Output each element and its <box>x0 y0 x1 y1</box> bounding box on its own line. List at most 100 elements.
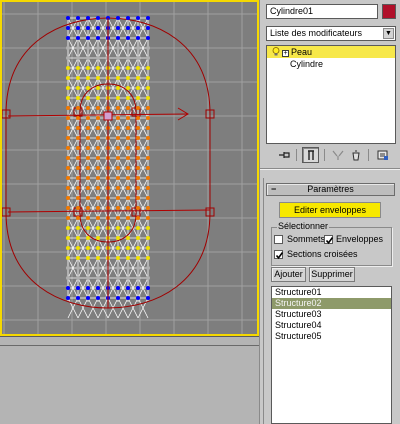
mesh-vertex <box>126 266 130 270</box>
perspective-viewport[interactable] <box>0 0 259 336</box>
parameters-rollout-header[interactable]: − Paramètres <box>266 183 395 196</box>
mesh-vertex <box>96 146 100 150</box>
mesh-vertex <box>116 86 120 90</box>
mesh-vertex <box>96 246 100 250</box>
remove-modifier-icon[interactable] <box>347 147 364 163</box>
list-item-structure04[interactable]: Structure04 <box>272 320 391 331</box>
mesh-vertex <box>66 66 70 70</box>
mesh-vertex <box>76 186 80 190</box>
mesh-vertex <box>86 276 90 280</box>
mesh-vertex <box>126 286 130 290</box>
mesh-vertex <box>86 286 90 290</box>
cross-sections-label: Sections croisées <box>287 249 358 259</box>
vertices-checkbox[interactable] <box>274 235 283 244</box>
chevron-down-icon[interactable]: ▼ <box>383 28 394 39</box>
edit-envelopes-button[interactable]: Editer enveloppes <box>279 202 381 218</box>
mesh-vertex <box>116 276 120 280</box>
checkmark-icon <box>325 237 334 245</box>
select-group-label: Sélectionner <box>277 221 330 232</box>
mesh-vertex <box>76 96 80 100</box>
mesh-vertex <box>66 256 70 260</box>
list-item-structure01[interactable]: Structure01 <box>272 287 391 298</box>
lightbulb-icon[interactable] <box>272 47 280 56</box>
remove-bone-button[interactable]: Supprimer <box>309 267 355 282</box>
mesh-vertex <box>116 256 120 260</box>
mesh-vertex <box>146 16 150 20</box>
mesh-vertex <box>136 126 140 130</box>
mesh-vertex <box>116 16 120 20</box>
mesh-vertex <box>86 246 90 250</box>
object-name-field[interactable]: Cylindre01 <box>266 4 378 19</box>
mesh-vertex <box>96 126 100 130</box>
stack-item-label: Peau <box>291 47 313 57</box>
mesh-vertex <box>66 276 70 280</box>
mesh-vertex <box>116 266 120 270</box>
mesh-vertex <box>76 266 80 270</box>
mesh-vertex <box>136 226 140 230</box>
mesh-vertex <box>126 226 130 230</box>
mesh-vertex <box>86 96 90 100</box>
mesh-vertex <box>76 206 80 210</box>
stack-item-cylindre[interactable]: Cylindre <box>267 58 395 70</box>
bone-list[interactable]: Structure01 Structure02 Structure03 Stru… <box>271 286 392 424</box>
mesh-vertex <box>126 96 130 100</box>
modifier-list-dropdown[interactable]: Liste des modificateurs ▼ <box>266 26 396 41</box>
mesh-vertex <box>76 56 80 60</box>
list-item-structure05[interactable]: Structure05 <box>272 331 391 342</box>
mesh-vertex <box>66 136 70 140</box>
mesh-vertex <box>136 256 140 260</box>
mesh-vertex <box>96 16 100 20</box>
mesh-vertex <box>136 186 140 190</box>
mesh-vertex <box>146 256 150 260</box>
stack-item-peau[interactable]: + Peau <box>267 46 395 58</box>
mesh-vertex <box>66 56 70 60</box>
mesh-vertex <box>136 66 140 70</box>
expand-icon[interactable]: + <box>282 50 289 57</box>
mesh-vertex <box>76 246 80 250</box>
pin-stack-icon[interactable] <box>276 147 293 163</box>
mesh-vertex <box>96 26 100 30</box>
make-unique-icon[interactable] <box>329 147 346 163</box>
mesh-vertex <box>76 116 80 120</box>
mesh-vertex <box>76 236 80 240</box>
mesh-vertex <box>96 56 100 60</box>
mesh-vertex <box>146 176 150 180</box>
mesh-vertex <box>86 156 90 160</box>
mesh-vertex <box>66 46 70 50</box>
cross-sections-checkbox[interactable] <box>274 250 284 260</box>
modifier-stack[interactable]: + Peau Cylindre <box>266 45 396 144</box>
mesh-vertex <box>146 206 150 210</box>
mesh-vertex <box>136 196 140 200</box>
list-item-structure03[interactable]: Structure03 <box>272 309 391 320</box>
mesh-vertex <box>146 66 150 70</box>
mesh-vertex <box>126 296 130 300</box>
mesh-vertex <box>136 296 140 300</box>
mesh-vertex <box>76 106 80 110</box>
collapse-icon[interactable]: − <box>271 184 276 195</box>
select-groupbox <box>271 227 392 266</box>
object-color-swatch[interactable] <box>382 4 396 19</box>
mesh-vertex <box>76 136 80 140</box>
mesh-vertex <box>116 226 120 230</box>
mesh-vertex <box>116 116 120 120</box>
mesh-vertex <box>96 96 100 100</box>
mesh-vertex <box>86 126 90 130</box>
mesh-vertex <box>146 276 150 280</box>
mesh-vertex <box>96 266 100 270</box>
mesh-vertex <box>146 226 150 230</box>
envelopes-checkbox[interactable] <box>324 235 334 245</box>
mesh-vertex <box>116 176 120 180</box>
configure-sets-icon[interactable] <box>374 147 391 163</box>
mesh-vertex <box>126 186 130 190</box>
mesh-vertex <box>96 36 100 40</box>
mesh-vertex <box>126 76 130 80</box>
mesh-vertex <box>66 26 70 30</box>
mesh-vertex <box>136 96 140 100</box>
mesh-vertex <box>136 46 140 50</box>
mesh-vertex <box>116 126 120 130</box>
show-end-result-icon[interactable] <box>302 147 319 163</box>
mesh-vertex <box>76 226 80 230</box>
list-item-structure02[interactable]: Structure02 <box>272 298 391 309</box>
add-bone-button[interactable]: Ajouter <box>271 267 306 282</box>
mesh-vertex <box>116 206 120 210</box>
